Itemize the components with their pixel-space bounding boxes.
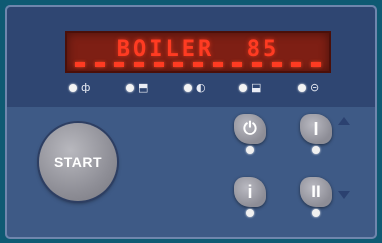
arrow-up-icon[interactable] (338, 117, 350, 125)
info-icon: i (247, 181, 253, 202)
segment-indicator (291, 62, 302, 67)
start-label: START (53, 154, 103, 170)
segment-indicator (133, 62, 144, 67)
power-icon: ⏻ (243, 119, 257, 138)
steam-icon: ◐ (196, 81, 206, 94)
arrow-down-icon[interactable] (338, 191, 350, 199)
segment-indicator (232, 62, 243, 67)
indicator-led (69, 84, 77, 92)
power-led (246, 146, 254, 154)
program-2-label: II (311, 182, 321, 201)
grill-icon: ⊝ (310, 81, 320, 94)
indicator-led (184, 84, 192, 92)
display-segment-row (75, 62, 321, 68)
segment-indicator (251, 62, 262, 67)
indicator-led (298, 84, 306, 92)
mode-indicator-row: ф ⬒ ◐ ⬓ ⊝ (69, 81, 331, 95)
segment-indicator (94, 62, 105, 67)
display-text: BOILER 85 (116, 37, 280, 62)
segment-indicator (212, 62, 223, 67)
segment-indicator (114, 62, 125, 67)
info-button[interactable]: i (234, 177, 266, 207)
bottom-heat-icon: ⬒ (138, 81, 149, 94)
segment-indicator (173, 62, 184, 67)
segment-indicator (310, 62, 321, 67)
segment-indicator (271, 62, 282, 67)
info-led (246, 209, 254, 217)
segment-indicator (192, 62, 203, 67)
segment-indicator (153, 62, 164, 67)
program-1-led (312, 146, 320, 154)
power-button[interactable]: ⏻ (234, 114, 266, 144)
led-display: BOILER 85 (65, 31, 331, 73)
program-2-button[interactable]: II (300, 177, 332, 207)
start-button[interactable]: START (39, 123, 117, 201)
program-1-label: I (313, 118, 319, 139)
program-1-button[interactable]: I (300, 114, 332, 144)
program-2-led (312, 209, 320, 217)
indicator-led (126, 84, 134, 92)
segment-indicator (75, 62, 85, 67)
fan-heat-icon: ф (81, 81, 91, 94)
indicator-led (239, 84, 247, 92)
tray-heat-icon: ⬓ (251, 81, 262, 94)
control-panel: BOILER 85 ф ⬒ ◐ ⬓ ⊝ START ⏻ I i II (5, 5, 377, 239)
